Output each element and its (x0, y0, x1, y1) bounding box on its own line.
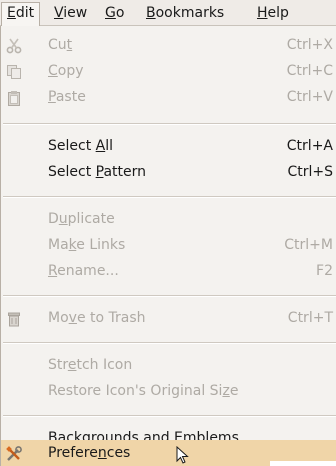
trash-icon (6, 310, 22, 327)
menu-item-move-to-trash[interactable]: Move to Trash Ctrl+T (1, 305, 336, 331)
menu-go-mnemonic: G (105, 5, 116, 21)
shortcut-label: Ctrl+M (284, 237, 333, 253)
menu-bookmarks[interactable]: Bookmarks (141, 3, 229, 24)
menu-item-rename[interactable]: Rename... F2 (1, 258, 336, 284)
menu-edit[interactable]: Edit (1, 2, 41, 27)
menu-item-restore-icon-size[interactable]: Restore Icon's Original Size (1, 378, 336, 404)
background-strip (270, 461, 336, 466)
menu-view-mnemonic: V (54, 5, 64, 21)
menu-item-duplicate[interactable]: Duplicate (1, 206, 336, 232)
paste-clipboard-icon (6, 89, 22, 106)
mouse-pointer-icon (176, 445, 190, 466)
menu-item-label: Cut (48, 37, 73, 53)
shortcut-label: Ctrl+V (286, 89, 333, 105)
menu-item-label: Duplicate (48, 211, 115, 227)
menu-item-select-all[interactable]: Select All Ctrl+A (1, 133, 336, 159)
menu-edit-label: dit (15, 5, 35, 21)
menu-item-make-links[interactable]: Make Links Ctrl+M (1, 232, 336, 258)
menu-help[interactable]: Help (252, 3, 294, 24)
menu-bookmarks-mnemonic: B (146, 5, 156, 21)
menu-separator (3, 123, 336, 125)
menubar: Edit View Go Bookmarks Help (0, 0, 336, 27)
menu-go[interactable]: Go (100, 3, 129, 24)
menu-item-label: Paste (48, 89, 86, 105)
menu-item-label: Stretch Icon (48, 357, 133, 373)
shortcut-label: Ctrl+T (287, 310, 333, 326)
menu-item-label: Select Pattern (48, 164, 147, 180)
menu-separator (3, 295, 336, 297)
menu-item-label: Make Links (48, 237, 126, 253)
menu-edit-mnemonic: E (7, 5, 16, 21)
shortcut-label: Ctrl+C (286, 63, 333, 79)
scissors-icon (6, 37, 22, 54)
menu-separator (3, 342, 336, 344)
menu-item-paste[interactable]: Paste Ctrl+V (1, 84, 336, 110)
menu-go-label: o (115, 5, 125, 21)
menu-item-label: Preferences (48, 445, 131, 461)
menu-separator (3, 196, 336, 198)
menu-item-stretch-icon[interactable]: Stretch Icon (1, 352, 336, 378)
preferences-tools-icon (6, 445, 22, 461)
menu-item-label: Restore Icon's Original Size (48, 383, 239, 399)
shortcut-label: F2 (316, 263, 333, 279)
menu-help-label: elp (267, 5, 289, 21)
menu-item-cut[interactable]: Cut Ctrl+X (1, 32, 336, 58)
menu-view-label: iew (63, 5, 88, 21)
menu-bookmarks-label: ookmarks (155, 5, 225, 21)
menu-item-label: Move to Trash (48, 310, 146, 326)
menu-view[interactable]: View (49, 3, 92, 24)
menu-item-label: Select All (48, 138, 113, 154)
shortcut-label: Ctrl+X (286, 37, 333, 53)
menu-item-select-pattern[interactable]: Select Pattern Ctrl+S (1, 159, 336, 185)
menu-item-label: Copy (48, 63, 84, 79)
copy-icon (6, 63, 22, 79)
menu-separator (3, 415, 336, 417)
menu-item-copy[interactable]: Copy Ctrl+C (1, 58, 336, 84)
menu-help-mnemonic: H (257, 5, 268, 21)
edit-menu-dropdown: Cut Ctrl+X Copy Ctrl+C Paste Ctrl+V Sele… (0, 26, 336, 466)
shortcut-label: Ctrl+S (287, 164, 333, 180)
shortcut-label: Ctrl+A (286, 138, 333, 154)
menu-item-label: Rename... (48, 263, 119, 279)
